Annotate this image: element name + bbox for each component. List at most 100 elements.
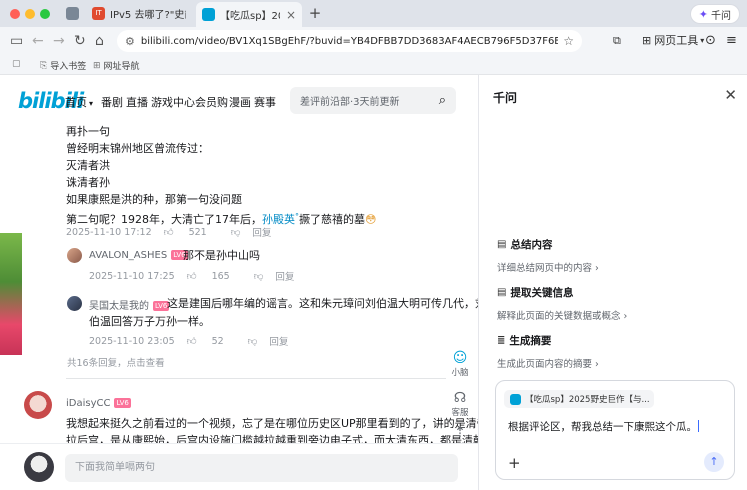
- reply-button[interactable]: 回复: [269, 334, 288, 348]
- comment-line: 曾经明末锦州地区曾流传过：: [66, 142, 209, 155]
- dislike-button[interactable]: 👎︎: [254, 270, 264, 282]
- nav-esports[interactable]: 赛事: [254, 94, 276, 110]
- reply-text: 这是建国后哪年编的谣言。这和朱元璋问刘伯温大明可传几代，刘: [167, 297, 478, 310]
- tab-close-icon[interactable]: ×: [286, 8, 296, 22]
- url-text: bilibili.com/video/BV1Xq1SBgEhF/?buvid=Y…: [140, 35, 559, 47]
- list-icon: ≣: [497, 335, 506, 346]
- nav-member-shop[interactable]: 会员购: [195, 94, 228, 110]
- feature-desc: 生成此页面内容的摘要 ›: [497, 359, 599, 370]
- bookmark-nav[interactable]: ⊞ 网址导航: [93, 59, 140, 73]
- window-zoom-button[interactable]: [40, 9, 50, 19]
- feature-abstract[interactable]: ≣ 生成摘要 生成此页面内容的摘要 ›: [497, 333, 599, 370]
- browser-tab-bar: IT IPv5 去哪了?"史前版 【吃瓜sp】2025野 × + ✦ 千问: [0, 0, 747, 27]
- bookmark-label: 导入书签: [50, 62, 87, 72]
- grid-icon: ⊞: [642, 34, 652, 47]
- bilibili-tv-icon: [510, 393, 521, 405]
- reply-username[interactable]: AVALON_ASHES LV6: [89, 250, 188, 261]
- grid-icon: ⊞: [93, 60, 101, 71]
- tab-bilibili[interactable]: 【吃瓜sp】2025野 ×: [196, 2, 302, 27]
- avatar[interactable]: [67, 296, 82, 311]
- nav-live[interactable]: 直播: [126, 94, 148, 110]
- extensions-icon[interactable]: ⧉: [613, 33, 621, 49]
- qianwen-button-label: 千问: [711, 10, 731, 22]
- forward-arrow-icon[interactable]: →: [53, 32, 65, 50]
- site-header: bilibili 首页 ▾ 番剧 直播 游戏中心 会员购 漫画 赛事 差评前沿部·…: [0, 75, 478, 125]
- window-minimize-button[interactable]: [25, 9, 35, 19]
- view-more-link[interactable]: 点击查看: [127, 355, 165, 369]
- replies-count: 共16条回复，: [67, 358, 127, 369]
- context-chip[interactable]: 【吃瓜sp】2025野史巨作【与...: [504, 390, 654, 408]
- sidebar-toggle-icon[interactable]: ▭: [10, 32, 23, 50]
- tab-label: 【吃瓜sp】2025野: [220, 11, 280, 22]
- qianwen-side-panel: 千问 ✕ ▤ 总结内容 详细总结网页中的内容 › ▤ 提取关键信息 解释此页面的关键…: [478, 75, 747, 490]
- comment-line: 灭清者洪: [66, 159, 110, 172]
- back-arrow-icon[interactable]: ←: [32, 32, 44, 50]
- reply-username[interactable]: 吴国太是我的 LV6: [89, 297, 170, 312]
- like-button[interactable]: 👍︎ 52: [187, 335, 236, 347]
- apps-icon[interactable]: ▢: [12, 59, 24, 69]
- headset-icon: ☊: [453, 390, 467, 406]
- chat-input[interactable]: 根据评论区，帮我总结一下康熙这个瓜。: [508, 419, 699, 434]
- comment-line: 诛清者孙: [66, 176, 110, 189]
- tab-label: IPv5 去哪了?"史前版: [110, 10, 186, 21]
- comment-username[interactable]: iDaisyCC LV6: [66, 398, 131, 409]
- feature-extract[interactable]: ▤ 提取关键信息 解释此页面的关键数据或概念 ›: [497, 285, 627, 322]
- document-icon: ▤: [497, 239, 507, 250]
- tab-ipv5[interactable]: IT IPv5 去哪了?"史前版: [86, 3, 192, 24]
- qianwen-button[interactable]: ✦ 千问: [690, 5, 739, 23]
- browser-toolbar: ▭ ← → ↻ ⌂ ⚙ bilibili.com/video/BV1Xq1SBg…: [0, 27, 747, 55]
- reply-button[interactable]: 回复: [252, 225, 271, 239]
- like-button[interactable]: 👍︎ 521: [164, 226, 219, 238]
- dislike-button[interactable]: 👎︎: [231, 226, 241, 238]
- reply-text: 伯温回答万子万孙一样。: [89, 315, 210, 328]
- nav-home[interactable]: 首页 ▾: [65, 94, 93, 110]
- reply-text: 那不是孙中山吗: [183, 249, 260, 262]
- search-input[interactable]: 差评前沿部·3天前更新: [300, 93, 439, 108]
- page-tools-button[interactable]: ⊞ 网页工具 ▾: [642, 33, 704, 49]
- search-box[interactable]: 差评前沿部·3天前更新 ⌕: [290, 87, 456, 114]
- tab-blank[interactable]: [60, 3, 82, 24]
- page-content: bilibili 首页 ▾ 番剧 直播 游戏中心 会员购 漫画 赛事 差评前沿部·…: [0, 75, 478, 490]
- avatar[interactable]: [24, 391, 52, 419]
- bookmark-star-icon[interactable]: ☆: [563, 34, 574, 48]
- nav-bangumi[interactable]: 番剧: [101, 94, 123, 110]
- chevron-down-icon: ▾: [700, 36, 705, 45]
- chevron-down-icon: ▾: [89, 99, 94, 108]
- reload-icon[interactable]: ↻: [74, 32, 86, 50]
- bookmark-label: 网址导航: [103, 62, 140, 72]
- tab-favicon-icon: IT: [92, 7, 105, 20]
- bookmark-import[interactable]: ⎘ 导入书签: [40, 59, 87, 73]
- qianwen-logo-icon: ✦: [698, 7, 708, 21]
- nav-game-center[interactable]: 游戏中心: [151, 94, 195, 110]
- bookmarks-bar: ▢ ⎘ 导入书签 ⊞ 网址导航: [0, 55, 747, 75]
- profile-avatar-icon[interactable]: ⊙: [705, 33, 716, 49]
- avatar[interactable]: [24, 452, 54, 482]
- window-close-button[interactable]: [10, 9, 20, 19]
- nav-manga[interactable]: 漫画: [229, 94, 251, 110]
- new-tab-button[interactable]: +: [307, 4, 323, 22]
- avatar[interactable]: [67, 248, 82, 263]
- search-icon[interactable]: ⌕: [439, 93, 446, 108]
- reply-meta: 2025-11-10 17:25 👍︎ 165 👎︎ 回复: [89, 269, 306, 284]
- comment-time: 2025-11-10 17:12: [66, 226, 152, 238]
- home-icon[interactable]: ⌂: [95, 32, 104, 50]
- send-button[interactable]: ↑: [704, 452, 724, 472]
- feature-summarize[interactable]: ▤ 总结内容 详细总结网页中的内容 ›: [497, 237, 599, 274]
- dislike-button[interactable]: 👎︎: [248, 335, 258, 347]
- like-button[interactable]: 👍︎ 165: [187, 270, 242, 282]
- arrow-up-icon: ⇡: [454, 425, 466, 441]
- close-icon[interactable]: ✕: [724, 86, 737, 104]
- menu-icon[interactable]: ≡: [726, 33, 737, 49]
- context-chip-label: 【吃瓜sp】2025野史巨作【与...: [525, 395, 650, 405]
- address-bar[interactable]: ⚙ bilibili.com/video/BV1Xq1SBgEhF/?buvid…: [117, 30, 582, 52]
- xiaonao-button[interactable]: ☺ 小脑: [446, 350, 474, 378]
- comment-line: 我想起来挺久之前看过的一个视频，忘了是在哪位历史区UP那里看到的了，讲的是清帝: [66, 417, 478, 430]
- add-attachment-button[interactable]: +: [508, 454, 521, 472]
- site-settings-icon[interactable]: ⚙: [125, 35, 135, 48]
- emoji-icon: 😳: [365, 213, 377, 226]
- reply-time: 2025-11-10 23:05: [89, 335, 175, 347]
- reply-button[interactable]: 回复: [275, 269, 294, 283]
- chat-input-box[interactable]: 【吃瓜sp】2025野史巨作【与... 根据评论区，帮我总结一下康熙这个瓜。 +…: [495, 380, 735, 480]
- customer-service-button[interactable]: ☊ 客服: [446, 390, 474, 418]
- comment-input[interactable]: 下面我简单嗝两句: [65, 454, 458, 482]
